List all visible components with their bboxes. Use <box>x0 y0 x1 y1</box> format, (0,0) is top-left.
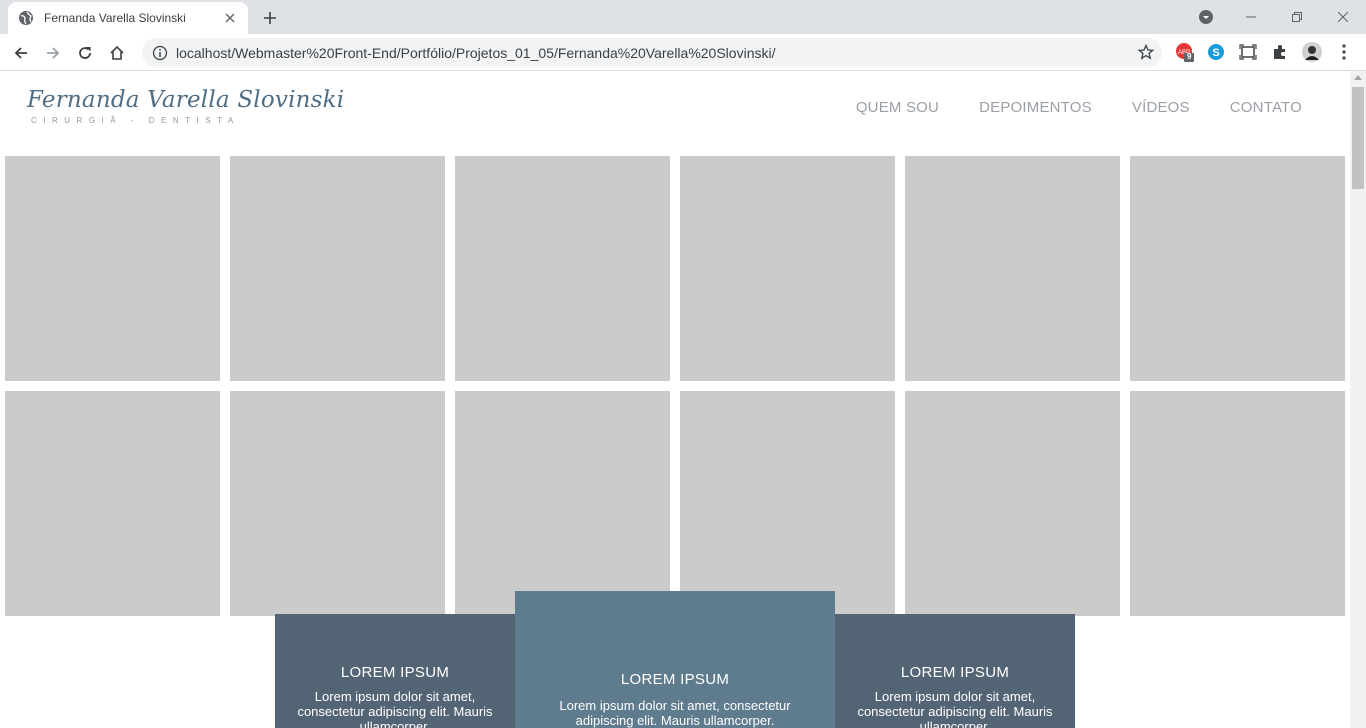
extension-badge: 9 <box>1187 52 1192 61</box>
plus-icon[interactable] <box>258 6 282 30</box>
nav-videos[interactable]: VÍDEOS <box>1132 99 1190 116</box>
card-title: LOREM IPSUM <box>620 671 730 688</box>
gallery-tile[interactable] <box>230 156 445 381</box>
card-title: LOREM IPSUM <box>900 664 1010 681</box>
site-logo[interactable]: Fernanda Varella Slovinski CIRURGIÃ - DE… <box>27 87 344 125</box>
gallery-tile[interactable] <box>230 391 445 616</box>
gallery-tile[interactable] <box>680 391 895 616</box>
gallery-tile[interactable] <box>905 156 1120 381</box>
chrome-menu-down-icon[interactable] <box>1198 9 1214 25</box>
card-text: Lorem ipsum dolor sit amet, consectetur … <box>297 689 493 728</box>
info-card-left[interactable]: LOREM IPSUM Lorem ipsum dolor sit amet, … <box>275 614 515 728</box>
url-text: localhost/Webmaster%20Front-End/Portfóli… <box>176 44 776 61</box>
gallery-tile[interactable] <box>5 156 220 381</box>
svg-text:S: S <box>1212 47 1219 59</box>
card-text: Lorem ipsum dolor sit amet, consectetur … <box>857 689 1053 728</box>
reload-icon[interactable] <box>72 40 98 66</box>
web-page: Fernanda Varella Slovinski CIRURGIÃ - DE… <box>0 71 1350 728</box>
nav-depoimentos[interactable]: DEPOIMENTOS <box>979 99 1092 116</box>
adblock-icon[interactable]: ABP 9 <box>1175 42 1195 62</box>
gallery-tile[interactable] <box>680 156 895 381</box>
close-icon[interactable] <box>222 10 238 26</box>
main-nav: QUEM SOU DEPOIMENTOS VÍDEOS CONTATO <box>816 99 1302 116</box>
card-text: Lorem ipsum dolor sit amet, consectetur … <box>559 698 791 728</box>
gallery-tile[interactable] <box>5 391 220 616</box>
back-icon[interactable] <box>8 40 34 66</box>
gallery-tile[interactable] <box>905 391 1120 616</box>
minimize-icon[interactable] <box>1228 0 1274 34</box>
info-card-center[interactable]: LOREM IPSUM Lorem ipsum dolor sit amet, … <box>515 591 835 728</box>
window-close-icon[interactable] <box>1320 0 1366 34</box>
gallery-tile[interactable] <box>455 156 670 381</box>
browser-tab[interactable]: Fernanda Varella Slovinski <box>8 2 248 34</box>
page-scrollbar[interactable] <box>1350 71 1366 728</box>
home-icon[interactable] <box>104 40 130 66</box>
scrollbar-thumb[interactable] <box>1352 87 1364 189</box>
restore-icon[interactable] <box>1274 0 1320 34</box>
site-header: Fernanda Varella Slovinski CIRURGIÃ - DE… <box>0 71 1350 156</box>
scroll-up-icon[interactable] <box>1354 75 1362 80</box>
browser-toolbar: localhost/Webmaster%20Front-End/Portfóli… <box>0 34 1366 71</box>
info-icon[interactable] <box>152 45 168 61</box>
card-title: LOREM IPSUM <box>340 664 450 681</box>
star-icon[interactable] <box>1138 44 1154 60</box>
tab-strip: Fernanda Varella Slovinski <box>0 0 1366 34</box>
gallery-tile[interactable] <box>455 391 670 616</box>
avatar[interactable] <box>1302 42 1322 62</box>
nav-contato[interactable]: CONTATO <box>1230 99 1302 116</box>
tab-title: Fernanda Varella Slovinski <box>44 11 186 25</box>
gallery-tile[interactable] <box>1130 156 1345 381</box>
gallery-tile[interactable] <box>1130 391 1345 616</box>
info-card-right[interactable]: LOREM IPSUM Lorem ipsum dolor sit amet, … <box>835 614 1075 728</box>
logo-subtitle: CIRURGIÃ - DENTISTA <box>31 116 240 125</box>
logo-name: Fernanda Varella Slovinski <box>27 87 345 113</box>
kebab-menu-icon[interactable] <box>1334 42 1354 62</box>
globe-icon <box>18 10 34 26</box>
skype-icon[interactable]: S <box>1206 42 1226 62</box>
nav-quem-sou[interactable]: QUEM SOU <box>856 99 939 116</box>
screenshot-icon[interactable] <box>1238 42 1258 62</box>
address-bar[interactable]: localhost/Webmaster%20Front-End/Portfóli… <box>142 38 1162 67</box>
puzzle-icon[interactable] <box>1270 42 1290 62</box>
forward-icon[interactable] <box>40 40 66 66</box>
